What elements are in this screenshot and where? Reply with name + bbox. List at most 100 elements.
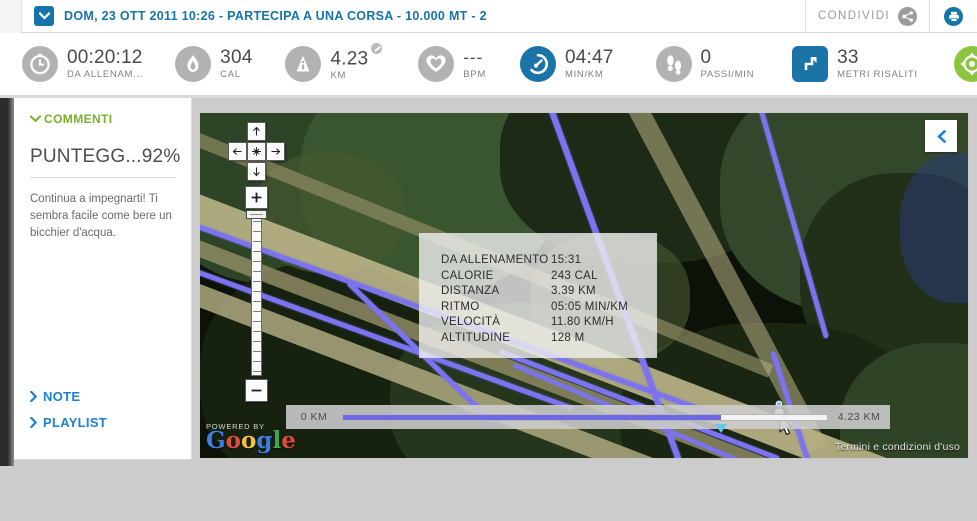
stat-unit: PASSI/MIN: [700, 68, 755, 80]
google-watermark: POWERED BY Google: [206, 422, 296, 452]
info-value: 243 CAL: [551, 269, 598, 282]
scrubber-progress: [343, 414, 721, 420]
stats-bar: 00:20:12 DA ALLENAM... 304 CAL 4.23 KM -…: [0, 33, 977, 98]
stat-unit: MIN/KM: [564, 68, 604, 80]
stat-gps: GPS PERCORSO: [953, 46, 977, 82]
scrubber-track[interactable]: [342, 413, 828, 433]
chevron-right-icon: [30, 417, 37, 428]
stat-distance: 4.23 KM: [285, 42, 383, 82]
info-label: VELOCITÀ: [441, 316, 501, 328]
content-area: COMMENTI PUNTEGG...92% Continua a impegn…: [0, 98, 977, 466]
info-label: CALORIE: [441, 269, 494, 282]
recenter-icon[interactable]: [247, 142, 266, 161]
score-heading: PUNTEGG...92%: [30, 146, 181, 167]
info-label: DISTANZA: [441, 285, 500, 297]
info-row: CALORIE 243 CAL: [441, 269, 657, 285]
score-message: Continua a impegnarti! Ti sembra facile …: [30, 193, 172, 239]
header-actions: CONDIVIDI: [804, 0, 977, 33]
footsteps-icon: [655, 46, 692, 82]
stat-unit: KM: [330, 70, 347, 82]
stat-value: 00:20:12: [67, 46, 143, 68]
stat-value: 304: [220, 46, 253, 68]
printer-icon: [944, 6, 963, 26]
pan-up-button[interactable]: [247, 122, 266, 141]
stat-value: 4.23: [330, 42, 383, 69]
left-scroll-gutter[interactable]: [0, 98, 14, 466]
comments-label: COMMENTI: [44, 112, 113, 126]
info-value: 11.80 KM/H: [551, 316, 614, 328]
gps-target-icon: [953, 46, 977, 82]
map-panel[interactable]: DA ALLENAMENTO 15:31 CALORIE 243 CAL DIS…: [199, 112, 969, 459]
pan-down-button[interactable]: [247, 162, 266, 181]
scrubber-start-label: 0 KM: [300, 411, 328, 423]
info-row: ALTITUDINE 128 M: [441, 331, 657, 347]
collapse-panel-button[interactable]: [925, 120, 957, 152]
page-title: DOM, 23 OTT 2011 10:26 - PARTECIPA A UNA…: [64, 9, 487, 23]
scrubber-handle[interactable]: [714, 423, 727, 433]
zoom-in-button[interactable]: [245, 186, 268, 209]
stat-pace: 04:47 MIN/KM: [519, 46, 614, 82]
map-terms-link[interactable]: Termini e condizioni d'uso: [835, 441, 960, 453]
info-value: 3.39 KM: [551, 285, 596, 297]
scrubber-end-label: 4.23 KM: [837, 411, 881, 423]
sidebar-item-label: NOTE: [43, 389, 81, 404]
info-value: 128 M: [551, 331, 585, 344]
stat-unit: CAL: [220, 68, 241, 80]
timeline-scrubber[interactable]: 0 KM 4.23 KM: [286, 405, 890, 433]
elevation-arrow-icon: [792, 46, 829, 82]
zoom-slider-handle[interactable]: [246, 210, 267, 219]
info-label: DA ALLENAMENTO: [441, 254, 549, 266]
google-logo: Google: [206, 427, 296, 454]
info-value: 05:05 MIN/KM: [551, 300, 629, 313]
share-button[interactable]: CONDIVIDI: [806, 0, 929, 33]
info-label: RITMO: [441, 300, 480, 313]
pan-left-button[interactable]: [228, 142, 247, 161]
heart-icon: [418, 46, 455, 82]
sidebar-item-comments[interactable]: COMMENTI: [30, 112, 175, 126]
pan-right-button[interactable]: [266, 142, 285, 161]
stat-unit: METRI RISALITI: [837, 68, 918, 80]
page-header: DOM, 23 OTT 2011 10:26 - PARTECIPA A UNA…: [0, 0, 977, 33]
stopwatch-icon: [22, 46, 58, 82]
stat-duration: 00:20:12 DA ALLENAM...: [22, 46, 143, 82]
info-row: RITMO 05:05 MIN/KM: [441, 300, 657, 316]
info-row: VELOCITÀ 11.80 KM/H: [441, 315, 657, 331]
segment-info-overlay: DA ALLENAMENTO 15:31 CALORIE 243 CAL DIS…: [419, 233, 657, 358]
info-row: DISTANZA 3.39 KM: [441, 284, 657, 300]
sidebar: COMMENTI PUNTEGG...92% Continua a impegn…: [14, 98, 192, 460]
stat-value: 33: [837, 46, 859, 68]
sidebar-links: NOTE PLAYLIST: [30, 389, 107, 441]
divider: [30, 177, 175, 178]
speedometer-icon: [519, 46, 556, 82]
sidebar-item-playlist[interactable]: PLAYLIST: [30, 415, 107, 430]
stat-unit: DA ALLENAM...: [67, 68, 144, 80]
print-button[interactable]: [930, 0, 977, 33]
info-value: 15:31: [551, 254, 582, 266]
stat-elevation: 33 METRI RISALITI: [792, 46, 918, 82]
chevron-right-icon: [30, 391, 37, 402]
zoom-slider-track[interactable]: [251, 212, 262, 376]
sidebar-item-label: PLAYLIST: [43, 415, 108, 430]
info-row: DA ALLENAMENTO 15:31: [441, 253, 657, 269]
chevron-down-icon[interactable]: [34, 6, 54, 26]
zoom-out-button[interactable]: [245, 379, 268, 402]
header-left-edge: [0, 0, 22, 33]
stat-value: 04:47: [564, 46, 614, 68]
stat-cadence: 0 PASSI/MIN: [655, 46, 755, 82]
satellite-map-canvas[interactable]: DA ALLENAMENTO 15:31 CALORIE 243 CAL DIS…: [200, 113, 968, 458]
activity-detail-page: DOM, 23 OTT 2011 10:26 - PARTECIPA A UNA…: [0, 0, 977, 521]
flame-icon: [175, 46, 212, 82]
sidebar-item-note[interactable]: NOTE: [30, 389, 107, 404]
stat-calories: 304 CAL: [175, 46, 252, 82]
edit-pencil-icon[interactable]: [371, 42, 383, 54]
chevron-down-icon: [30, 115, 41, 123]
stat-value: 0: [700, 46, 712, 68]
stat-value: ---: [463, 47, 484, 67]
header-title-area[interactable]: DOM, 23 OTT 2011 10:26 - PARTECIPA A UNA…: [22, 6, 805, 26]
chevron-left-icon: [936, 129, 946, 143]
stat-unit: BPM: [463, 68, 486, 80]
share-icon: [898, 6, 917, 26]
info-label: ALTITUDINE: [441, 331, 511, 344]
stat-heartrate: --- BPM: [418, 46, 486, 82]
share-label: CONDIVIDI: [817, 10, 890, 22]
